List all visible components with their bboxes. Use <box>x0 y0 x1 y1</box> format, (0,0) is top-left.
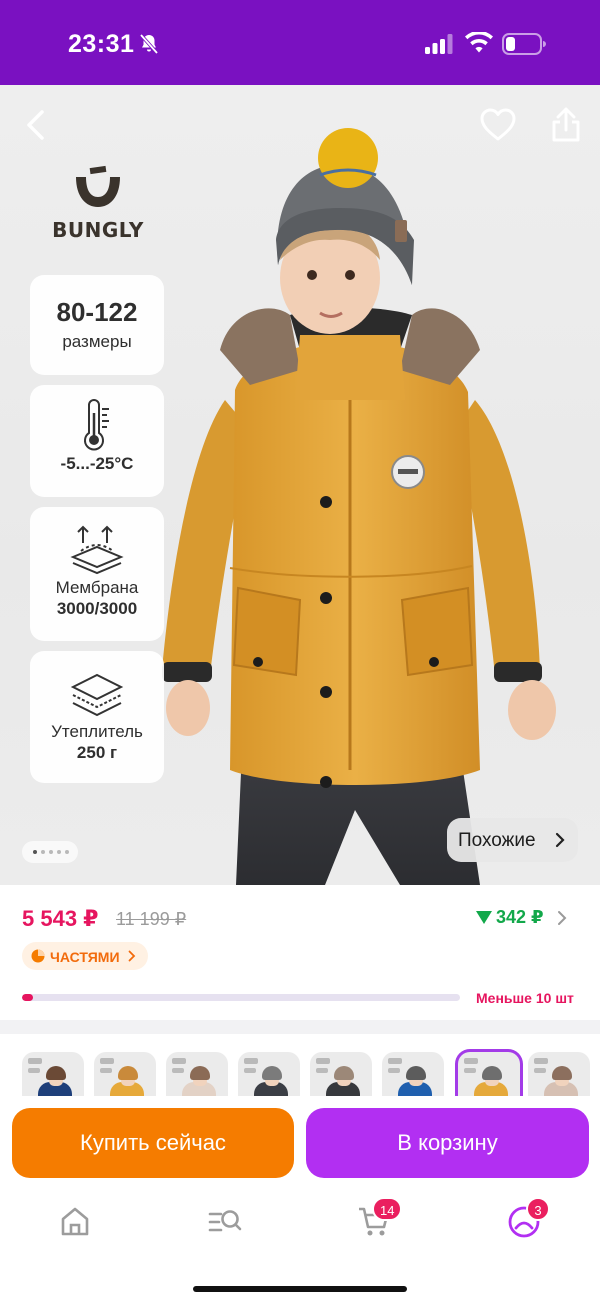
variant-brand-mark <box>316 1058 330 1064</box>
installments-badge[interactable]: ЧАСТЯМИ <box>22 942 148 970</box>
tab-home[interactable] <box>57 1204 97 1244</box>
variant-size-badge <box>172 1068 184 1073</box>
similar-products-button[interactable]: Похожие <box>447 818 578 862</box>
sizes-label: размеры <box>62 332 132 351</box>
tab-cart[interactable]: 14 <box>356 1197 403 1244</box>
variant-size-badge <box>100 1068 112 1073</box>
bell-muted-icon <box>139 33 159 55</box>
stock-progress-bar <box>22 994 460 1001</box>
brand-mark-icon <box>76 165 120 207</box>
feature-sizes: 80-122 размеры <box>30 275 164 375</box>
insulation-value: 250 г <box>76 743 118 762</box>
add-to-cart-button[interactable]: В корзину <box>306 1108 589 1178</box>
variant-hat <box>406 1066 426 1080</box>
battery-icon <box>502 33 546 55</box>
variant-brand-mark <box>464 1058 478 1064</box>
carousel-dot <box>65 850 69 854</box>
variant-hat <box>262 1066 282 1080</box>
variant-brand-mark <box>534 1058 548 1064</box>
variant-size-badge <box>316 1068 328 1073</box>
variant-brand-mark <box>28 1058 42 1064</box>
pie-chart-icon <box>31 949 45 963</box>
status-time: 23:31 <box>68 30 135 58</box>
feature-insulation: Утеплитель 250 г <box>30 651 164 783</box>
chevron-right-icon <box>128 950 136 962</box>
stock-text: Меньше 10 шт <box>476 990 574 1006</box>
variant-hat <box>190 1066 210 1080</box>
tab-catalog[interactable] <box>207 1204 247 1244</box>
product-photo <box>162 128 556 885</box>
membrane-value: 3000/3000 <box>56 599 138 618</box>
section-divider <box>0 1020 600 1034</box>
brand-logo: BUNGLY <box>48 163 148 245</box>
variant-hat <box>46 1066 66 1080</box>
variant-brand-mark <box>388 1058 402 1064</box>
wifi-icon <box>465 32 493 53</box>
profile-badge: 3 <box>526 1197 550 1221</box>
carousel-dot <box>41 850 45 854</box>
home-indicator <box>193 1286 407 1292</box>
color-variants <box>0 1034 600 1104</box>
current-price: 5 543 ₽ <box>22 906 99 931</box>
feature-membrane: Мембрана 3000/3000 <box>30 507 164 641</box>
back-button[interactable] <box>18 107 54 143</box>
variant-size-badge <box>464 1068 476 1073</box>
carousel-dots[interactable] <box>22 841 78 863</box>
similar-label: Похожие <box>458 830 536 851</box>
variant-size-badge <box>244 1068 256 1073</box>
chevron-right-icon <box>555 832 565 848</box>
brand-name: BUNGLY <box>52 218 144 242</box>
triangle-down-icon <box>476 911 492 924</box>
carousel-dot <box>49 850 53 854</box>
home-icon <box>61 1207 89 1236</box>
membrane-label: Мембрана <box>55 578 139 597</box>
action-bar: Купить сейчас В корзину <box>0 1096 600 1196</box>
feature-temperature: -5...-25°C <box>30 385 164 497</box>
variant-brand-mark <box>172 1058 186 1064</box>
insulation-layers-icon <box>70 673 124 717</box>
carousel-dot <box>57 850 61 854</box>
temperature-range: -5...-25°C <box>60 454 134 473</box>
membrane-icon <box>70 525 124 575</box>
chevron-right-icon <box>558 911 567 925</box>
variant-hat <box>482 1066 502 1080</box>
variant-brand-mark <box>100 1058 114 1064</box>
installments-label: ЧАСТЯМИ <box>50 949 120 965</box>
variant-brand-mark <box>244 1058 258 1064</box>
tab-profile[interactable]: 3 <box>506 1197 550 1244</box>
status-bar: 23:31 <box>0 0 600 85</box>
cashback-value: 342 ₽ <box>496 907 544 927</box>
catalog-search-icon <box>208 1210 242 1232</box>
buy-now-button[interactable]: Купить сейчас <box>12 1108 294 1178</box>
share-icon[interactable] <box>547 105 585 145</box>
favorite-heart-icon[interactable] <box>479 107 517 143</box>
product-gallery[interactable]: BUNGLY 80-122 размеры -5...-25°C Мембран… <box>0 85 600 885</box>
cellular-signal-icon <box>425 34 453 54</box>
old-price: 11 199 ₽ <box>116 909 187 929</box>
variant-hat <box>334 1066 354 1080</box>
carousel-dot-active <box>33 850 37 854</box>
stock-progress-fill <box>22 994 33 1001</box>
price-section: 5 543 ₽ 11 199 ₽ 342 ₽ ЧАСТЯМИ Меньше 10… <box>0 885 600 1020</box>
variant-size-badge <box>28 1068 40 1073</box>
variant-size-badge <box>388 1068 400 1073</box>
insulation-label: Утеплитель <box>51 722 143 741</box>
variant-hat <box>552 1066 572 1080</box>
sizes-range: 80-122 <box>56 297 138 327</box>
thermometer-icon <box>84 399 109 451</box>
variant-size-badge <box>534 1068 546 1073</box>
bottom-tab-bar: 14 3 <box>0 1190 600 1303</box>
cart-badge: 14 <box>372 1197 403 1221</box>
variant-hat <box>118 1066 138 1080</box>
